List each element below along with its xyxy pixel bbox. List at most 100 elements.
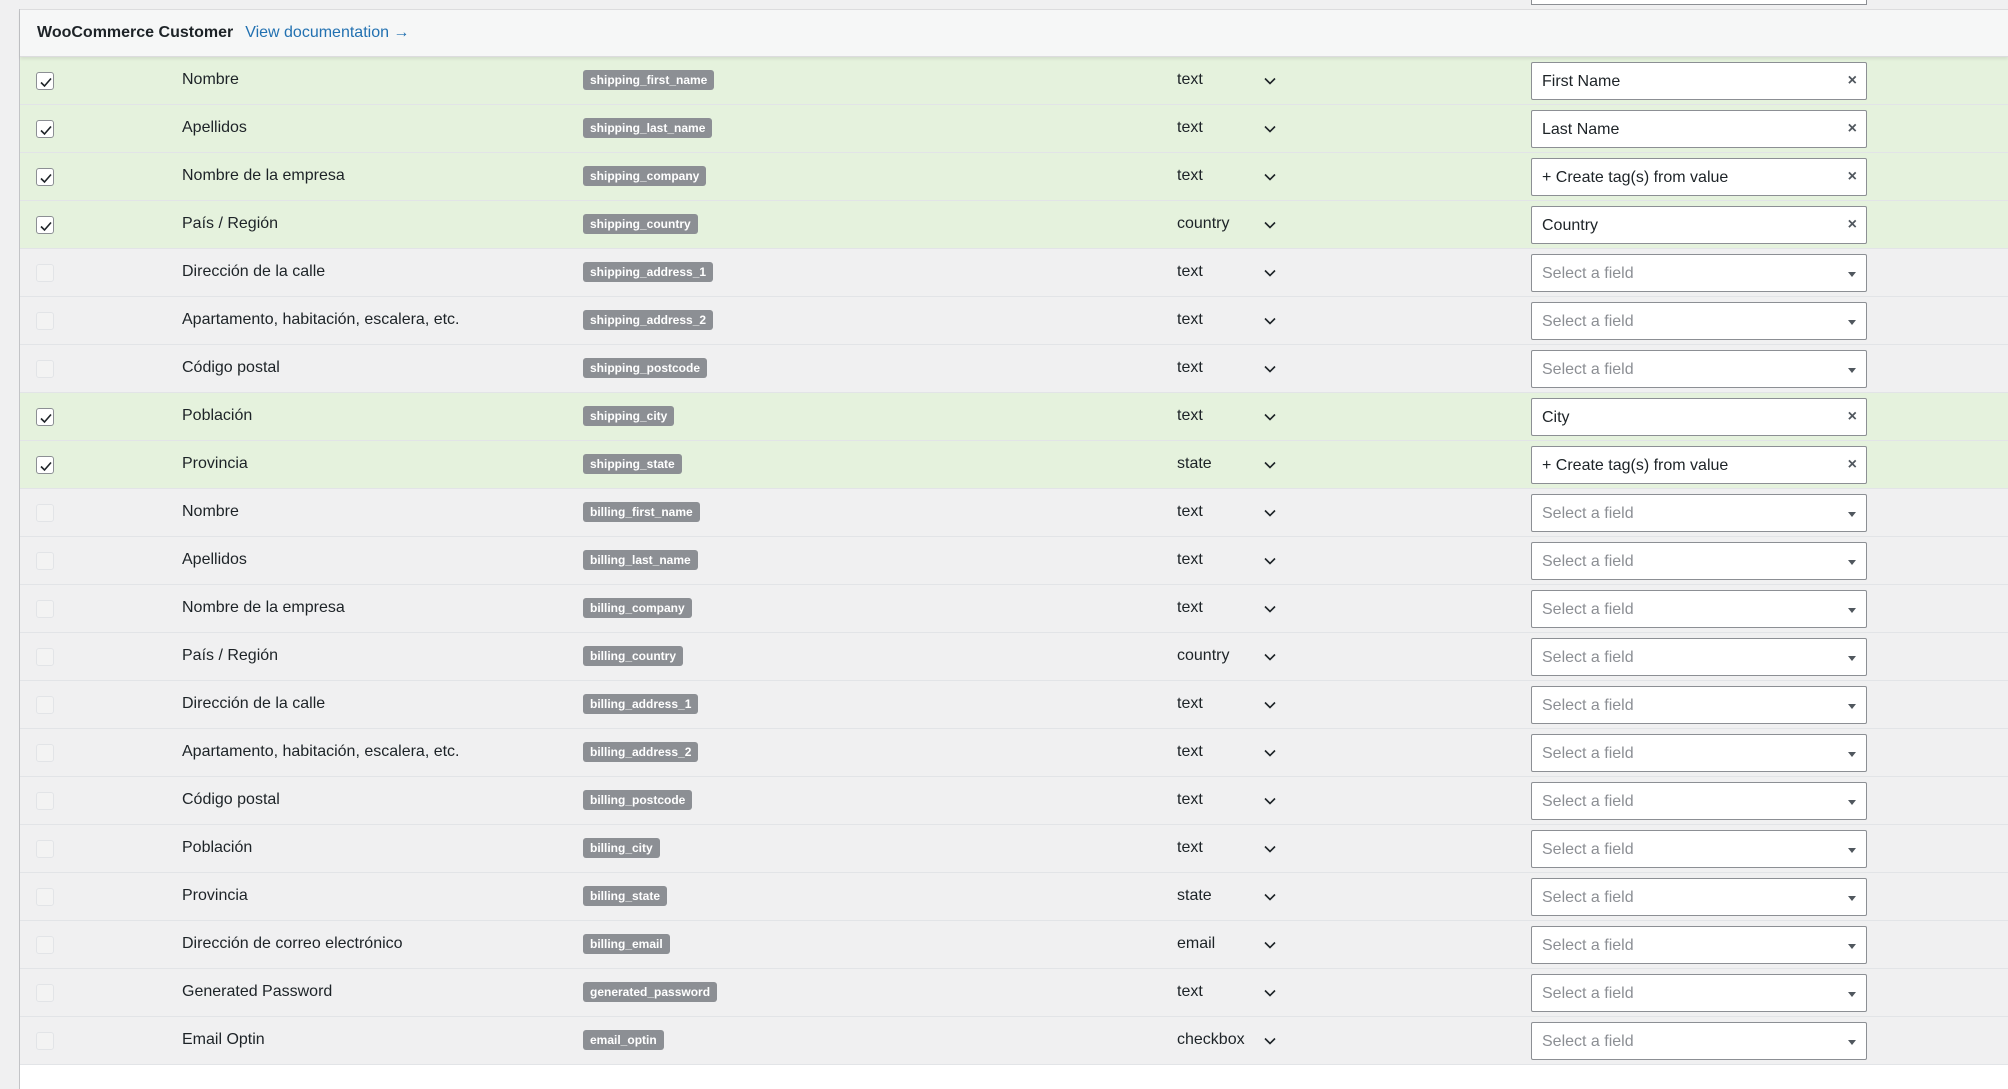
- map-field-select[interactable]: Select a field: [1531, 302, 1867, 340]
- clear-icon[interactable]: ×: [1848, 168, 1857, 186]
- field-type[interactable]: text: [1177, 839, 1203, 857]
- dropdown-arrow-icon[interactable]: [1848, 272, 1856, 277]
- dropdown-arrow-icon[interactable]: [1848, 656, 1856, 661]
- row-checkbox[interactable]: [36, 888, 54, 906]
- field-type[interactable]: text: [1177, 71, 1203, 89]
- chevron-down-icon[interactable]: [1263, 986, 1277, 1000]
- clear-icon[interactable]: ×: [1848, 408, 1857, 426]
- map-field-select[interactable]: Select a field: [1531, 926, 1867, 964]
- row-checkbox[interactable]: [36, 216, 54, 234]
- row-checkbox[interactable]: [36, 312, 54, 330]
- dropdown-arrow-icon[interactable]: [1848, 560, 1856, 565]
- dropdown-arrow-icon[interactable]: [1848, 368, 1856, 373]
- map-field-select[interactable]: Select a field: [1531, 494, 1867, 532]
- clear-icon[interactable]: ×: [1848, 72, 1857, 90]
- dropdown-arrow-icon[interactable]: [1848, 1040, 1856, 1045]
- row-checkbox[interactable]: [36, 696, 54, 714]
- chevron-down-icon[interactable]: [1263, 842, 1277, 856]
- chevron-down-icon[interactable]: [1263, 650, 1277, 664]
- view-documentation-link[interactable]: View documentation →: [245, 24, 409, 42]
- row-checkbox[interactable]: [36, 408, 54, 426]
- map-field-select[interactable]: Select a field: [1531, 638, 1867, 676]
- field-type[interactable]: text: [1177, 695, 1203, 713]
- field-type[interactable]: text: [1177, 311, 1203, 329]
- map-field-select[interactable]: Select a field: [1531, 974, 1867, 1012]
- field-type[interactable]: checkbox: [1177, 1031, 1245, 1049]
- field-type[interactable]: text: [1177, 599, 1203, 617]
- row-checkbox[interactable]: [36, 456, 54, 474]
- field-type[interactable]: text: [1177, 983, 1203, 1001]
- field-type[interactable]: state: [1177, 887, 1212, 905]
- row-checkbox[interactable]: [36, 1032, 54, 1050]
- map-field-select[interactable]: Select a field: [1531, 1022, 1867, 1060]
- row-checkbox[interactable]: [36, 792, 54, 810]
- row-checkbox[interactable]: [36, 552, 54, 570]
- chevron-down-icon[interactable]: [1263, 1034, 1277, 1048]
- row-checkbox[interactable]: [36, 264, 54, 282]
- chevron-down-icon[interactable]: [1263, 218, 1277, 232]
- map-field-select[interactable]: + Create tag(s) from value ×: [1531, 158, 1867, 196]
- row-checkbox[interactable]: [36, 360, 54, 378]
- chevron-down-icon[interactable]: [1263, 602, 1277, 616]
- row-checkbox[interactable]: [36, 168, 54, 186]
- dropdown-arrow-icon[interactable]: [1848, 608, 1856, 613]
- chevron-down-icon[interactable]: [1263, 122, 1277, 136]
- row-checkbox[interactable]: [36, 72, 54, 90]
- map-field-select[interactable]: Select a field: [1531, 254, 1867, 292]
- row-checkbox[interactable]: [36, 120, 54, 138]
- map-field-select[interactable]: Select a field: [1531, 782, 1867, 820]
- field-type[interactable]: text: [1177, 359, 1203, 377]
- field-type[interactable]: country: [1177, 215, 1229, 233]
- chevron-down-icon[interactable]: [1263, 74, 1277, 88]
- chevron-down-icon[interactable]: [1263, 266, 1277, 280]
- row-checkbox[interactable]: [36, 600, 54, 618]
- chevron-down-icon[interactable]: [1263, 362, 1277, 376]
- map-field-select[interactable]: Country ×: [1531, 206, 1867, 244]
- chevron-down-icon[interactable]: [1263, 698, 1277, 712]
- map-field-select[interactable]: First Name ×: [1531, 62, 1867, 100]
- field-type[interactable]: text: [1177, 167, 1203, 185]
- row-checkbox[interactable]: [36, 984, 54, 1002]
- clear-icon[interactable]: ×: [1848, 456, 1857, 474]
- field-type[interactable]: email: [1177, 935, 1215, 953]
- row-checkbox[interactable]: [36, 936, 54, 954]
- field-type[interactable]: text: [1177, 791, 1203, 809]
- dropdown-arrow-icon[interactable]: [1848, 752, 1856, 757]
- chevron-down-icon[interactable]: [1263, 506, 1277, 520]
- previous-field-select[interactable]: [1531, 0, 1867, 5]
- dropdown-arrow-icon[interactable]: [1848, 704, 1856, 709]
- clear-icon[interactable]: ×: [1848, 120, 1857, 138]
- map-field-select[interactable]: Select a field: [1531, 830, 1867, 868]
- chevron-down-icon[interactable]: [1263, 314, 1277, 328]
- chevron-down-icon[interactable]: [1263, 890, 1277, 904]
- field-type[interactable]: text: [1177, 551, 1203, 569]
- field-type[interactable]: text: [1177, 743, 1203, 761]
- row-checkbox[interactable]: [36, 744, 54, 762]
- map-field-select[interactable]: Select a field: [1531, 350, 1867, 388]
- dropdown-arrow-icon[interactable]: [1848, 320, 1856, 325]
- map-field-select[interactable]: Select a field: [1531, 734, 1867, 772]
- map-field-select[interactable]: Last Name ×: [1531, 110, 1867, 148]
- field-type[interactable]: text: [1177, 263, 1203, 281]
- map-field-select[interactable]: Select a field: [1531, 878, 1867, 916]
- dropdown-arrow-icon[interactable]: [1848, 992, 1856, 997]
- map-field-select[interactable]: Select a field: [1531, 686, 1867, 724]
- chevron-down-icon[interactable]: [1263, 410, 1277, 424]
- chevron-down-icon[interactable]: [1263, 794, 1277, 808]
- map-field-select[interactable]: Select a field: [1531, 542, 1867, 580]
- dropdown-arrow-icon[interactable]: [1848, 944, 1856, 949]
- dropdown-arrow-icon[interactable]: [1848, 512, 1856, 517]
- chevron-down-icon[interactable]: [1263, 170, 1277, 184]
- chevron-down-icon[interactable]: [1263, 458, 1277, 472]
- field-type[interactable]: text: [1177, 503, 1203, 521]
- field-type[interactable]: text: [1177, 407, 1203, 425]
- chevron-down-icon[interactable]: [1263, 746, 1277, 760]
- dropdown-arrow-icon[interactable]: [1848, 800, 1856, 805]
- field-type[interactable]: text: [1177, 119, 1203, 137]
- dropdown-arrow-icon[interactable]: [1848, 896, 1856, 901]
- field-type[interactable]: country: [1177, 647, 1229, 665]
- map-field-select[interactable]: Select a field: [1531, 590, 1867, 628]
- map-field-select[interactable]: City ×: [1531, 398, 1867, 436]
- map-field-select[interactable]: + Create tag(s) from value ×: [1531, 446, 1867, 484]
- chevron-down-icon[interactable]: [1263, 938, 1277, 952]
